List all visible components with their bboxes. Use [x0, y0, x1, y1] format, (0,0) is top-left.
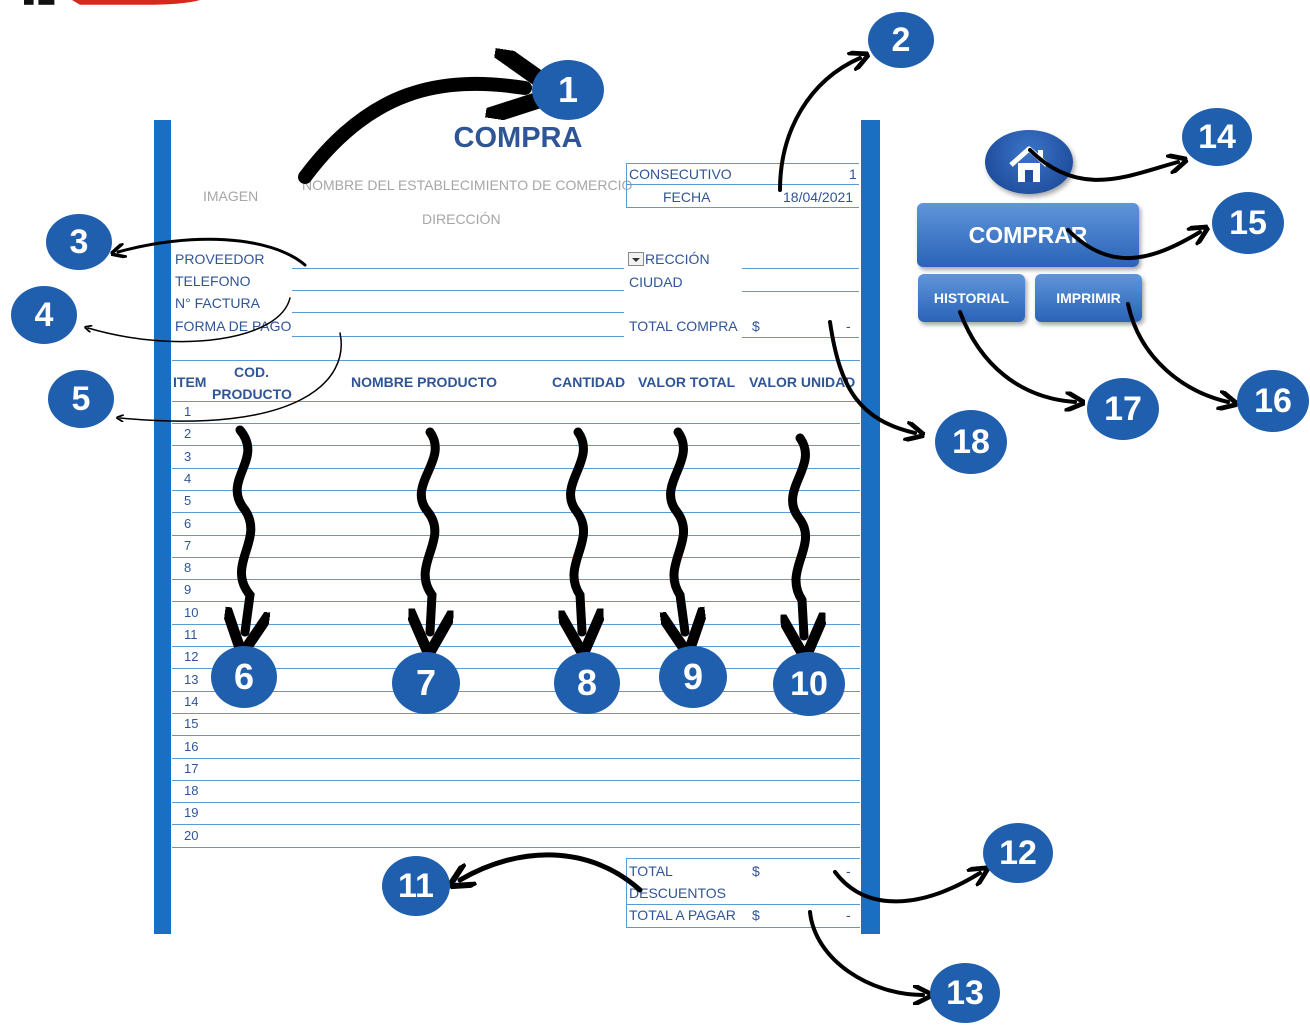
callout-16: 16: [1237, 370, 1309, 432]
callout-1: 1: [532, 60, 604, 120]
callout-18: 18: [935, 410, 1007, 474]
callout-6: 6: [211, 646, 277, 708]
callout-9: 9: [659, 646, 727, 708]
callout-11: 11: [382, 856, 450, 916]
callout-17: 17: [1087, 378, 1159, 440]
callout-13: 13: [930, 963, 1000, 1023]
callout-5: 5: [48, 370, 114, 428]
annotation-arrows: [0, 0, 1310, 1029]
callout-8: 8: [554, 652, 620, 714]
callout-4: 4: [11, 286, 77, 344]
callout-2: 2: [868, 12, 934, 68]
callout-10: 10: [773, 652, 845, 716]
callout-7: 7: [392, 652, 460, 714]
callout-3: 3: [46, 214, 112, 270]
callout-15: 15: [1212, 192, 1284, 254]
callout-14: 14: [1182, 108, 1252, 166]
callout-12: 12: [983, 823, 1053, 883]
